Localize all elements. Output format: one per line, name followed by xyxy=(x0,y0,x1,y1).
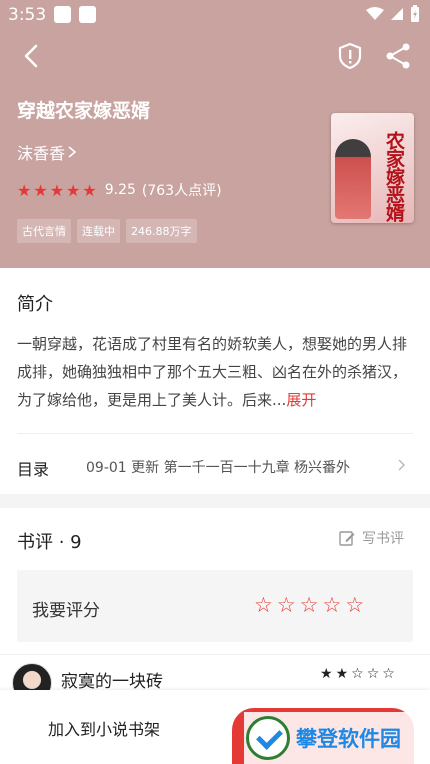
tag-genre: 古代言情 xyxy=(17,219,71,243)
rating-count: (763人点评) xyxy=(141,183,222,199)
share-icon[interactable] xyxy=(382,40,414,72)
wifi-icon xyxy=(366,7,384,20)
watermark: 攀登软件园 xyxy=(244,712,430,764)
star-filled-icon: ★ xyxy=(66,180,81,200)
signal-icon xyxy=(391,8,403,20)
book-tags: 古代言情 连载中 246.88万字 xyxy=(17,219,197,243)
cover-figure xyxy=(335,139,371,219)
star-outline-icon: ☆ xyxy=(382,666,395,682)
book-cover[interactable]: 农家嫁恶婿 xyxy=(331,113,414,223)
star-outline-icon: ☆ xyxy=(366,666,380,682)
divider xyxy=(0,654,430,655)
write-review-button[interactable]: 写书评 xyxy=(338,528,404,548)
star-filled-icon: ★ xyxy=(33,180,48,200)
rate-stars[interactable]: ☆ ☆ ☆ ☆ ☆ xyxy=(254,594,364,616)
star-half-icon: ★ xyxy=(82,180,97,200)
latest-chapter[interactable]: 09-01 更新 第一千一百一十九章 杨兴番外 xyxy=(86,457,350,477)
star-filled-icon: ★ xyxy=(49,180,65,200)
rating-row: ★ ★ ★ ★ ★ 9.25 (763人点评) xyxy=(17,180,222,200)
star-filled-icon: ★ xyxy=(17,180,32,200)
notification-icon xyxy=(54,6,71,23)
add-to-shelf-button[interactable]: 加入到小说书架 xyxy=(48,716,160,740)
edit-icon xyxy=(339,531,355,546)
cover-title: 农家嫁恶婿 xyxy=(383,131,405,221)
status-bar: 3:53 xyxy=(0,0,430,30)
intro-body: 一朝穿越，花语成了村里有名的娇软美人，想娶她的男人排成排，她确独独相中了那个五大… xyxy=(17,335,408,409)
notification-icon xyxy=(79,6,96,23)
star-outline-icon: ☆ xyxy=(351,666,364,682)
rate-label: 我要评分 xyxy=(32,601,100,621)
author-link[interactable]: 沫香香 xyxy=(17,140,79,164)
write-review-label: 写书评 xyxy=(362,531,404,547)
reviewer-name[interactable]: 寂寞的一块砖 xyxy=(61,667,163,692)
intro-text: 一朝穿越，花语成了村里有名的娇软美人，想娶她的男人排成排，她确独独相中了那个五大… xyxy=(17,330,412,414)
star-outline-icon[interactable]: ☆ xyxy=(345,594,364,616)
star-outline-icon[interactable]: ☆ xyxy=(277,594,296,616)
tag-status: 连载中 xyxy=(77,219,120,243)
rating-stars: ★ ★ ★ ★ ★ xyxy=(17,181,99,200)
star-outline-icon[interactable]: ☆ xyxy=(254,594,273,616)
toc-label[interactable]: 目录 xyxy=(17,456,49,480)
watermark-logo-icon xyxy=(246,716,290,760)
status-time: 3:53 xyxy=(8,5,47,25)
reviews-title: 书评 · 9 xyxy=(17,532,82,553)
star-outline-icon[interactable]: ☆ xyxy=(322,594,341,616)
report-shield-icon[interactable] xyxy=(334,40,366,72)
watermark-text: 攀登软件园 xyxy=(296,727,401,751)
star-filled-icon: ★ xyxy=(320,666,333,682)
expand-link[interactable]: 展开 xyxy=(286,391,316,409)
battery-icon xyxy=(411,5,419,22)
divider xyxy=(17,433,413,434)
tag-word-count: 246.88万字 xyxy=(126,219,197,243)
reviewer-stars: ★ ★ ☆ ☆ ☆ xyxy=(320,666,395,682)
intro-title: 简介 xyxy=(17,294,53,315)
book-title: 穿越农家嫁恶婿 xyxy=(17,100,151,122)
back-arrow-icon[interactable] xyxy=(16,40,48,72)
author-name: 沫香香 xyxy=(17,144,66,163)
star-outline-icon[interactable]: ☆ xyxy=(300,594,319,616)
rating-score: 9.25 xyxy=(104,182,136,198)
star-filled-icon: ★ xyxy=(335,666,349,682)
chevron-right-icon[interactable] xyxy=(395,458,409,472)
chevron-right-icon xyxy=(68,146,77,158)
